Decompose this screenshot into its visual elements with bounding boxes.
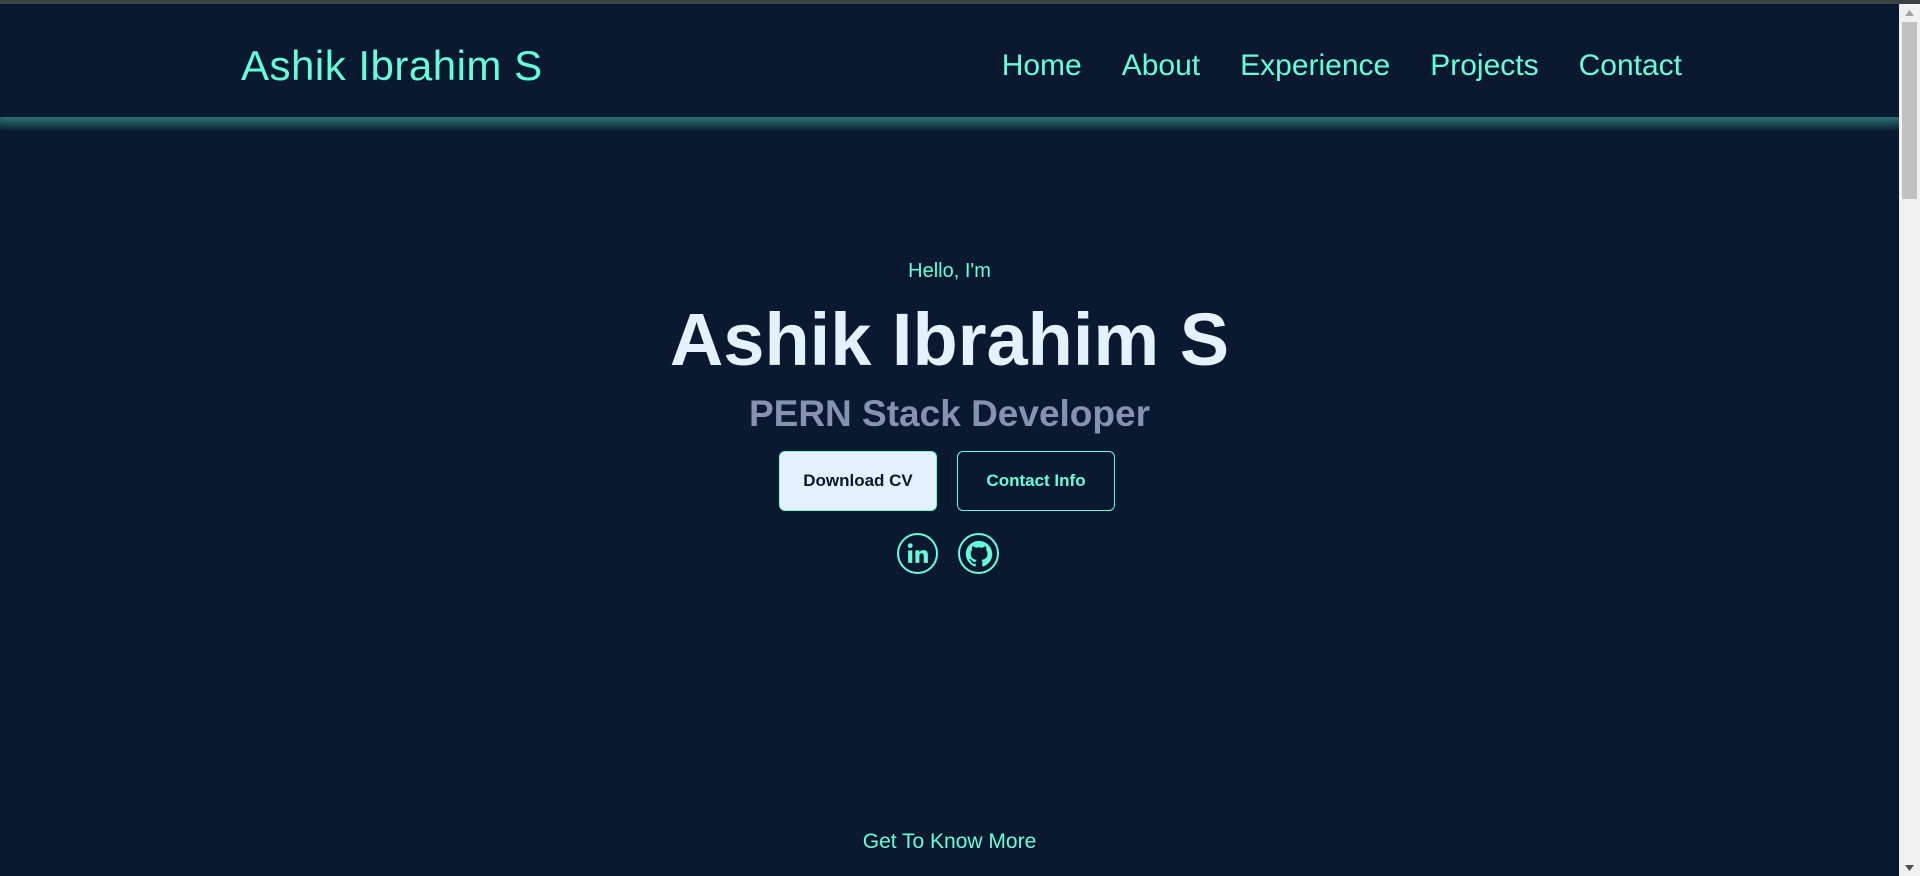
nav-link-experience[interactable]: Experience: [1240, 48, 1390, 84]
page-viewport: Ashik Ibrahim S Home About Experience Pr…: [0, 0, 1920, 876]
get-to-know-more-link[interactable]: Get To Know More: [0, 830, 1899, 854]
linkedin-icon[interactable]: [897, 533, 938, 574]
hero-name: Ashik Ibrahim S: [669, 298, 1230, 381]
nav-link-contact[interactable]: Contact: [1579, 48, 1682, 84]
social-links: [897, 533, 999, 574]
github-icon-glyph: [965, 540, 992, 567]
hero-greeting: Hello, I'm: [908, 260, 991, 282]
github-icon[interactable]: [958, 533, 999, 574]
navbar-glow: [0, 117, 1899, 131]
contact-info-button[interactable]: Contact Info: [957, 451, 1115, 511]
navbar: Ashik Ibrahim S Home About Experience Pr…: [0, 4, 1899, 117]
nav-link-about[interactable]: About: [1122, 48, 1200, 84]
vertical-scrollbar[interactable]: [1899, 4, 1920, 876]
scrollbar-thumb[interactable]: [1902, 22, 1917, 199]
scroll-down-arrow-icon[interactable]: [1899, 859, 1920, 876]
nav-link-home[interactable]: Home: [1002, 48, 1082, 84]
nav-link-projects[interactable]: Projects: [1430, 48, 1538, 84]
brand-logo-text[interactable]: Ashik Ibrahim S: [241, 42, 543, 90]
nav-links: Home About Experience Projects Contact: [1002, 48, 1682, 84]
scroll-up-arrow-icon[interactable]: [1899, 4, 1920, 21]
hero-buttons: Download CV Contact Info: [779, 451, 1115, 511]
linkedin-icon-glyph: [907, 543, 928, 563]
download-cv-button[interactable]: Download CV: [779, 451, 937, 511]
hero-role: PERN Stack Developer: [748, 393, 1150, 434]
